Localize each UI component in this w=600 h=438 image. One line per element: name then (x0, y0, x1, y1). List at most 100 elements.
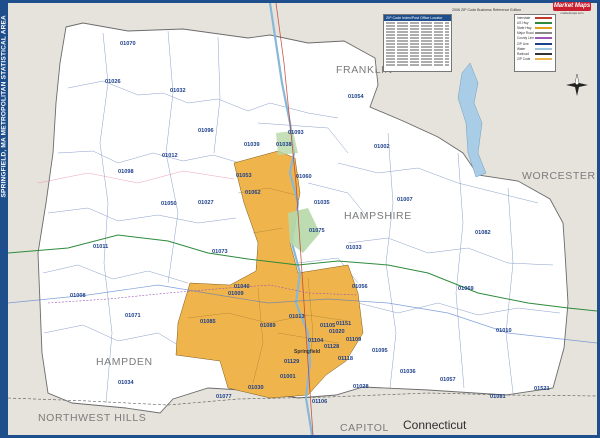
map-key-swatch (535, 58, 552, 61)
map-key-swatch (535, 37, 552, 40)
zip-label[interactable]: 01056 (352, 284, 368, 290)
zip-label[interactable]: 01050 (161, 201, 177, 207)
zip-label[interactable]: 01009 (228, 291, 244, 297)
map-key-label: Water (517, 46, 526, 51)
zip-label[interactable]: 01093 (288, 130, 304, 136)
zip-label[interactable]: 01082 (475, 230, 491, 236)
region-hampden: HAMPDEN (96, 356, 153, 368)
map-key-swatch (535, 21, 552, 24)
map-key-label: Major Road (517, 31, 534, 36)
zip-label[interactable]: 01034 (118, 380, 134, 386)
zip-index-row (386, 37, 449, 39)
zip-label[interactable]: 01075 (309, 228, 325, 234)
north-arrow-icon (566, 74, 588, 96)
zip-label[interactable]: 01010 (496, 328, 512, 334)
map-key-swatch (535, 16, 552, 19)
zip-label[interactable]: 01098 (118, 169, 134, 175)
zip-label[interactable]: 01026 (105, 79, 121, 85)
region-hampshire: HAMPSHIRE (344, 210, 412, 222)
zip-label[interactable]: 01128 (324, 344, 339, 350)
map-key-label: US Hwy (517, 20, 529, 25)
map-key-label: State Hwy (517, 25, 532, 30)
zip-label[interactable]: 01020 (329, 329, 345, 335)
zip-label[interactable]: 01071 (125, 313, 141, 319)
zip-index-table: ZIP Code Index/Post Office Locator (383, 14, 452, 72)
zip-index-row (386, 46, 449, 48)
zip-index-row (386, 22, 449, 24)
zip-label[interactable]: 01036 (400, 369, 416, 375)
map-key-swatch (535, 47, 552, 50)
map-key-label: County Line (517, 36, 535, 41)
map-key-label: Railroad (517, 51, 529, 56)
zip-label[interactable]: 01151 (336, 321, 351, 327)
zip-label[interactable]: 01073 (212, 249, 228, 255)
zip-index-row (386, 28, 449, 30)
zip-index-row (386, 52, 449, 54)
zip-label[interactable]: 01054 (348, 94, 364, 100)
region-northwest-hills: NORTHWEST HILLS (38, 412, 146, 424)
zip-label[interactable]: 01106 (312, 399, 327, 405)
publisher-logo-badge: Market Maps (553, 2, 591, 11)
zip-label[interactable]: 01002 (374, 144, 390, 150)
map-key-swatch (535, 26, 552, 29)
publisher-logo[interactable]: Market Maps marketmaps.com (553, 2, 591, 16)
map-title: SPRINGFIELD, MA METROPOLITAN STATISTICAL… (0, 15, 8, 198)
zip-label[interactable]: 01027 (198, 200, 214, 206)
zip-label[interactable]: 01008 (70, 293, 86, 299)
zip-label[interactable]: 01032 (170, 88, 186, 94)
publisher-logo-subtitle: marketmaps.com (560, 11, 584, 15)
zip-label[interactable]: 01070 (120, 41, 136, 47)
map-key-row: ZIP Code (515, 57, 555, 62)
zip-index-row (386, 43, 449, 45)
zip-label[interactable]: 01028 (353, 384, 369, 390)
region-worcester: WORCESTER (522, 170, 596, 182)
map-key-swatch (535, 42, 552, 45)
zip-label[interactable]: 01030 (248, 385, 264, 391)
map-key: Interstate US Hwy State Hwy Major Road Count… (514, 14, 556, 72)
zip-label[interactable]: 01062 (245, 190, 261, 196)
zip-index-row (386, 31, 449, 33)
zip-label[interactable]: 01039 (244, 142, 260, 148)
zip-label[interactable]: 01057 (440, 377, 456, 383)
zip-label[interactable]: 01053 (236, 173, 252, 179)
zip-label[interactable]: 01035 (314, 200, 330, 206)
zip-label[interactable]: 01033 (346, 245, 362, 251)
zip-label[interactable]: 01095 (372, 348, 388, 354)
zip-label[interactable]: 01521 (534, 386, 550, 392)
zip-label[interactable]: 01060 (296, 174, 312, 180)
zip-map[interactable]: FRANKLIN WORCESTER HAMPSHIRE HAMPDEN NOR… (8, 3, 597, 435)
zip-label[interactable]: 01077 (216, 394, 232, 400)
zip-label[interactable]: 01118 (338, 356, 353, 362)
zip-label[interactable]: 01104 (308, 338, 324, 344)
zip-label[interactable]: 01105 (320, 323, 335, 329)
map-key-label: ZIP Code (517, 57, 531, 62)
map-key-swatch (535, 32, 552, 35)
zip-label[interactable]: 01109 (346, 337, 361, 343)
zip-label[interactable]: 01089 (260, 323, 276, 329)
map-key-label: ZIP Line (517, 41, 529, 46)
zip-index-row (386, 64, 449, 66)
zip-label[interactable]: 01085 (200, 319, 216, 325)
zip-index-header: ZIP Code Index/Post Office Locator (384, 15, 451, 21)
zip-index-row (386, 25, 449, 27)
map-title-bar: SPRINGFIELD, MA METROPOLITAN STATISTICAL… (0, 0, 8, 438)
zip-label[interactable]: 01081 (490, 394, 506, 400)
zip-label[interactable]: 01129 (284, 359, 299, 365)
zip-label[interactable]: 01040 (234, 284, 250, 290)
map-key-swatch (535, 52, 552, 55)
city-label-springfield: Springfield (294, 349, 320, 355)
zip-index-row (386, 61, 449, 63)
map-key-label: Interstate (517, 15, 531, 20)
zip-label[interactable]: 01007 (397, 197, 413, 203)
zip-label[interactable]: 01069 (458, 286, 474, 292)
zip-index-row (386, 55, 449, 57)
zip-label[interactable]: 01096 (198, 128, 214, 134)
zip-label[interactable]: 01011 (93, 244, 108, 250)
zip-index-row (386, 49, 449, 51)
zip-label[interactable]: 01001 (280, 374, 296, 380)
zip-label[interactable]: 01012 (162, 153, 178, 159)
region-capitol: CAPITOL (340, 422, 389, 434)
zip-label[interactable]: 01038 (276, 142, 292, 148)
zip-label[interactable]: 01013 (289, 314, 305, 320)
zip-index-row (386, 58, 449, 60)
